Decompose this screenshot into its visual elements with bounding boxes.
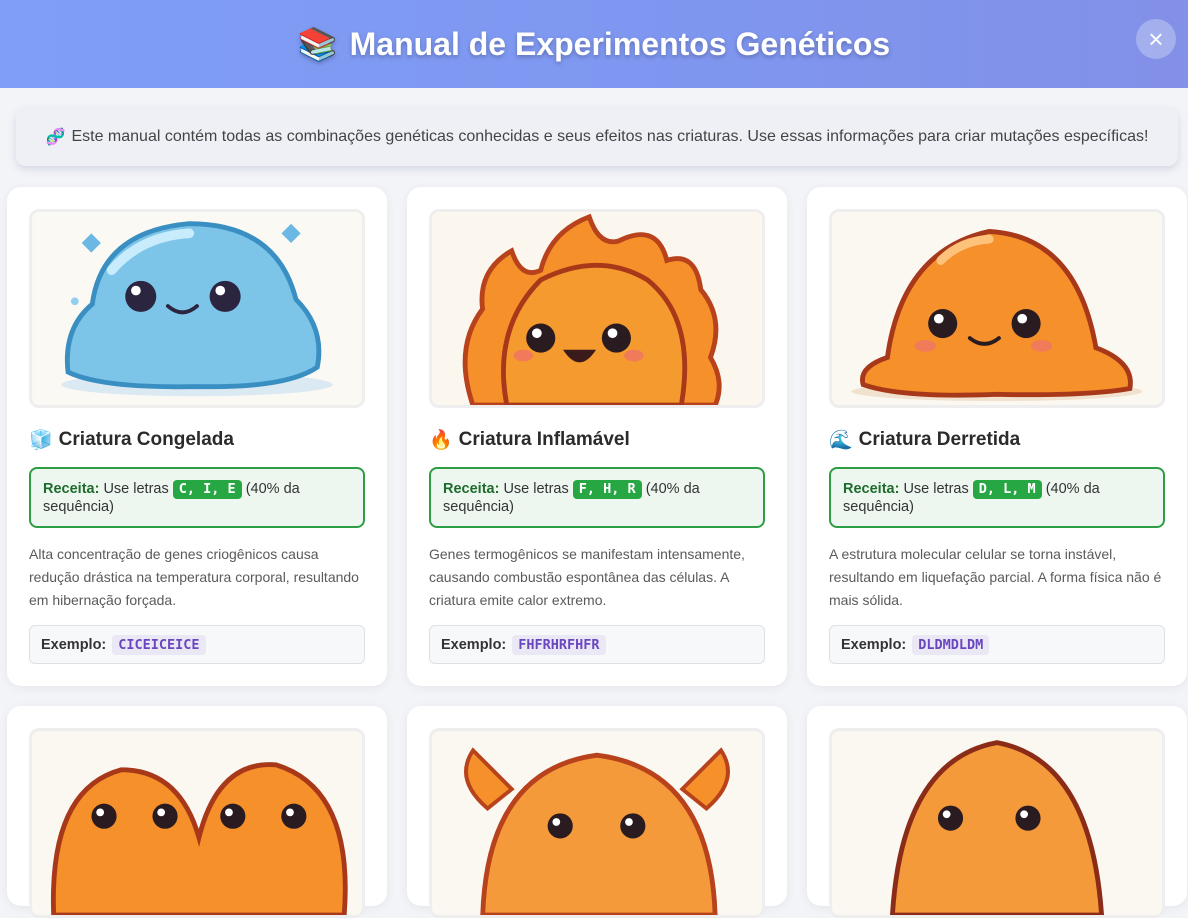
recipe-box: Receita: Use letras C, I, E (40% da sequ… bbox=[29, 467, 365, 528]
creature-image bbox=[429, 209, 765, 408]
example-sequence: FHFRHRFHFR bbox=[512, 634, 606, 655]
card-description: Alta concentração de genes criogênicos c… bbox=[29, 546, 359, 608]
creature-image bbox=[29, 728, 365, 918]
ice-cube-icon: 🧊 bbox=[29, 430, 53, 451]
info-banner: 🧬 Este manual contém todas as combinaçõe… bbox=[16, 108, 1178, 166]
recipe-box: Receita: Use letras F, H, R (40% da sequ… bbox=[429, 467, 765, 528]
books-icon: 📚 bbox=[297, 26, 338, 62]
title-text: Manual de Experimentos Genéticos bbox=[349, 25, 891, 62]
creature-image bbox=[29, 209, 365, 408]
recipe-box: Receita: Use letras D, L, M (40% da sequ… bbox=[829, 467, 1165, 528]
creature-card-congelada: 🧊 Criatura Congelada Receita: Use letras… bbox=[7, 187, 387, 686]
card-description: Genes termogênicos se manifestam intensa… bbox=[429, 546, 745, 608]
close-button[interactable]: × bbox=[1136, 19, 1176, 59]
recipe-label: Receita: bbox=[443, 481, 500, 497]
creature-image bbox=[829, 728, 1165, 918]
example-box: Exemplo: CICEICEICE bbox=[29, 625, 365, 664]
recipe-prefix: Use letras bbox=[103, 481, 169, 497]
fire-icon: 🔥 bbox=[429, 430, 453, 451]
recipe-letters: C, I, E bbox=[172, 480, 242, 499]
card-title-text: Criatura Derretida bbox=[858, 429, 1021, 450]
example-box: Exemplo: DLDMDLDM bbox=[829, 625, 1165, 664]
creature-image bbox=[829, 209, 1165, 408]
example-sequence: CICEICEICE bbox=[112, 634, 206, 655]
recipe-prefix: Use letras bbox=[903, 481, 969, 497]
example-box: Exemplo: FHFRHRFHFR bbox=[429, 625, 765, 664]
recipe-label: Receita: bbox=[843, 481, 900, 497]
info-text: Este manual contém todas as combinações … bbox=[71, 128, 1149, 145]
creature-card-row2-2 bbox=[407, 706, 787, 918]
card-title: 🔥 Criatura Inflamável bbox=[429, 428, 630, 452]
example-label: Exemplo: bbox=[41, 636, 107, 653]
creature-card-inflamavel: 🔥 Criatura Inflamável Receita: Use letra… bbox=[407, 187, 787, 686]
creature-image bbox=[429, 728, 765, 918]
card-title-text: Criatura Congelada bbox=[58, 429, 234, 450]
example-label: Exemplo: bbox=[841, 636, 907, 653]
recipe-label: Receita: bbox=[43, 481, 100, 497]
modal-header: 📚 Manual de Experimentos Genéticos × bbox=[0, 0, 1188, 88]
example-sequence: DLDMDLDM bbox=[912, 634, 990, 655]
wave-icon: 🌊 bbox=[829, 430, 853, 451]
recipe-letters: F, H, R bbox=[572, 480, 642, 499]
creature-card-row2-1 bbox=[7, 706, 387, 918]
creature-card-row2-3 bbox=[807, 706, 1187, 918]
card-title-text: Criatura Inflamável bbox=[458, 429, 630, 450]
page-title: 📚 Manual de Experimentos Genéticos bbox=[298, 25, 890, 63]
example-label: Exemplo: bbox=[441, 636, 507, 653]
card-title: 🧊 Criatura Congelada bbox=[29, 428, 234, 452]
card-description: A estrutura molecular celular se torna i… bbox=[829, 546, 1162, 608]
creature-card-derretida: 🌊 Criatura Derretida Receita: Use letras… bbox=[807, 187, 1187, 686]
recipe-prefix: Use letras bbox=[503, 481, 569, 497]
recipe-letters: D, L, M bbox=[972, 480, 1042, 499]
dna-icon: 🧬 bbox=[45, 129, 66, 146]
card-title: 🌊 Criatura Derretida bbox=[829, 428, 1020, 452]
